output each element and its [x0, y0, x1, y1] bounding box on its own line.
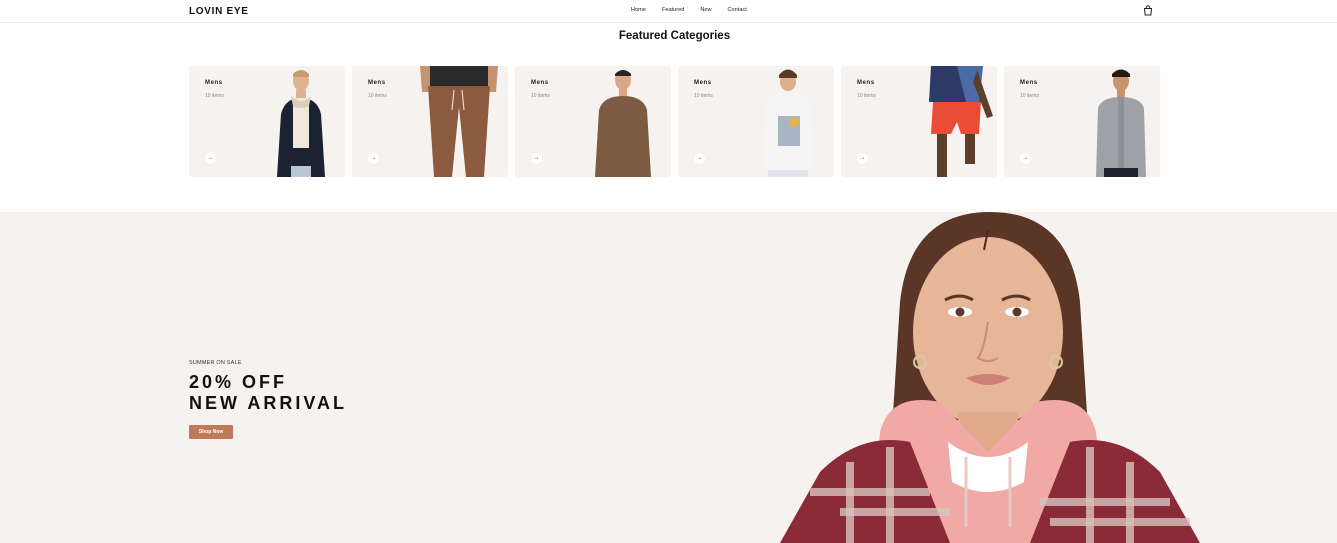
category-title: Mens	[531, 80, 549, 86]
hero-line-2: NEW ARRIVAL	[189, 393, 347, 413]
arrow-right-icon[interactable]: →	[857, 153, 868, 164]
man-tshirt-image	[762, 69, 814, 177]
arrow-right-icon[interactable]: →	[368, 153, 379, 164]
category-card[interactable]: Mens 10 items →	[678, 66, 834, 177]
man-shorts-image	[929, 66, 993, 177]
site-header: LOVIN EYE Home Featured New Contact	[0, 0, 1337, 23]
category-title: Mens	[205, 80, 223, 86]
category-title: Mens	[694, 80, 712, 86]
bag-icon[interactable]	[1143, 5, 1153, 16]
hero-line-1: 20% OFF	[189, 372, 288, 392]
category-card[interactable]: Mens 10 items →	[1004, 66, 1160, 177]
category-card[interactable]: Mens 10 items →	[841, 66, 997, 177]
category-card[interactable]: Mens 10 items →	[515, 66, 671, 177]
brand-logo[interactable]: LOVIN EYE	[189, 6, 249, 17]
category-count: 10 items	[694, 93, 713, 99]
nav-home[interactable]: Home	[631, 7, 646, 13]
category-count: 10 items	[857, 93, 876, 99]
man-shirt-image	[1096, 69, 1146, 177]
section-title: Featured Categories	[618, 30, 731, 42]
arrow-right-icon[interactable]: →	[1020, 153, 1031, 164]
arrow-right-icon[interactable]: →	[531, 153, 542, 164]
hero-headline: 20% OFF NEW ARRIVAL	[189, 372, 347, 414]
man-jacket-image	[277, 70, 325, 177]
hero-banner: SUMMER ON SALE 20% OFF NEW ARRIVAL Shop …	[0, 212, 1337, 543]
category-title: Mens	[368, 80, 386, 86]
category-count: 10 items	[205, 93, 224, 99]
nav-new[interactable]: New	[700, 7, 711, 13]
main-nav: Home Featured New Contact	[631, 7, 763, 13]
category-count: 10 items	[1020, 93, 1039, 99]
pants-image	[420, 66, 498, 177]
category-card[interactable]: Mens 10 items →	[189, 66, 345, 177]
category-count: 10 items	[531, 93, 550, 99]
nav-featured[interactable]: Featured	[662, 7, 684, 13]
shop-now-button[interactable]: Shop Now	[189, 425, 233, 439]
nav-contact[interactable]: Contact	[728, 7, 747, 13]
category-count: 10 items	[368, 93, 387, 99]
category-title: Mens	[857, 80, 875, 86]
category-title: Mens	[1020, 80, 1038, 86]
man-sweater-image	[595, 70, 651, 177]
category-card[interactable]: Mens 10 items →	[352, 66, 508, 177]
hero-kicker: SUMMER ON SALE	[189, 360, 242, 366]
hero-model-image	[780, 212, 1200, 543]
arrow-right-icon[interactable]: →	[205, 153, 216, 164]
arrow-right-icon[interactable]: →	[694, 153, 705, 164]
